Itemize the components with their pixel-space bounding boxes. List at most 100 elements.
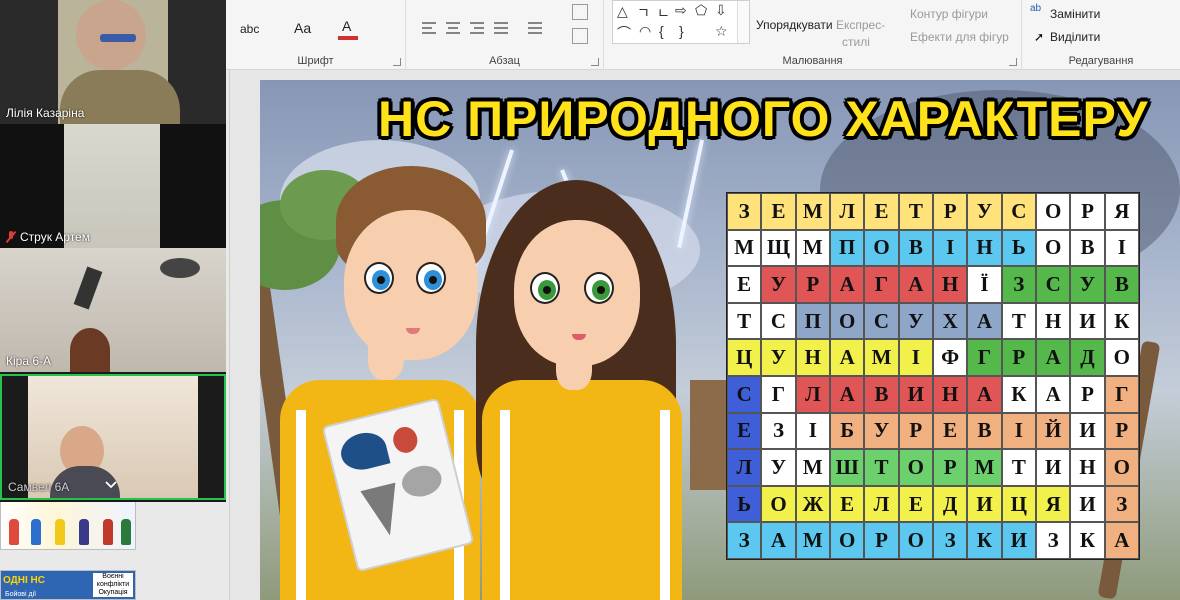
boy-eye xyxy=(364,262,394,294)
grid-cell: З xyxy=(1104,485,1139,523)
grid-cell: Ж xyxy=(795,485,830,523)
grid-cell: Г xyxy=(967,339,1002,376)
thumb-figure xyxy=(103,519,113,545)
grid-cell: У xyxy=(761,449,796,486)
align-text-icon[interactable] xyxy=(572,28,588,44)
change-case-button[interactable]: Aa xyxy=(294,20,311,36)
drawing-dialog-launcher[interactable] xyxy=(1009,58,1017,66)
font-group: abc Aa A Шрифт xyxy=(226,0,406,70)
font-color-swatch xyxy=(338,36,358,40)
grid-cell: Ь xyxy=(1001,229,1036,267)
slide-thumbnail[interactable]: ОДНІ НС Воєнні конфлікти Окупація Бойові… xyxy=(0,570,136,600)
pentagon-shape-icon[interactable]: ⬠ xyxy=(695,2,707,19)
grid-cell: С xyxy=(1001,193,1036,230)
curve-shape-icon[interactable]: ⌒ xyxy=(617,23,631,43)
right-arrow-shape-icon[interactable]: ⇨ xyxy=(675,2,687,19)
arc-shape-icon[interactable]: ◠ xyxy=(639,23,651,40)
paragraph-dialog-launcher[interactable] xyxy=(591,58,599,66)
align-buttons-icon[interactable] xyxy=(420,20,550,36)
paragraph-group-label: Абзац xyxy=(489,55,520,67)
slide[interactable]: НС ПРИРОДНОГО ХАРАКТЕРУ З Е М Л Е Т Р У … xyxy=(260,80,1180,600)
grid-cell: А xyxy=(898,266,933,303)
star-shape-icon[interactable]: ☆ xyxy=(715,23,728,40)
word-search-grid[interactable]: ЗЕМЛЕТРУСОРЯМЩМПОВІНЬОВІЕУРАГАНЇЗСУВТСПО… xyxy=(726,192,1140,560)
grid-cell: Т xyxy=(1001,449,1036,486)
grid-cell: И xyxy=(967,485,1002,523)
brace-left-icon[interactable]: { xyxy=(659,23,664,39)
thumb-figure xyxy=(121,519,131,545)
grid-cell: В xyxy=(967,412,1002,450)
grid-cell: Н xyxy=(932,375,968,413)
grid-cell: К xyxy=(1070,522,1105,559)
select-button[interactable]: Виділити xyxy=(1050,30,1100,44)
grid-cell: У xyxy=(1070,266,1105,303)
grid-cell: З xyxy=(727,522,762,559)
replace-button[interactable]: Замінити xyxy=(1050,7,1100,21)
grid-cell: Ф xyxy=(932,339,968,376)
shape-outline-button[interactable]: Контур фігури xyxy=(910,7,988,21)
grid-cell: Н xyxy=(1035,302,1071,340)
grid-cell: Л xyxy=(795,375,830,413)
brace-right-icon[interactable]: } xyxy=(679,23,684,39)
boy-eye xyxy=(416,262,446,294)
drawing-group-label: Малювання xyxy=(782,55,843,67)
grid-cell: Г xyxy=(864,266,899,303)
shape-effects-button[interactable]: Ефекти для фігур xyxy=(910,30,1009,44)
thumb-title: ОДНІ НС xyxy=(3,575,45,586)
grid-cell: Е xyxy=(829,485,865,523)
font-dialog-launcher[interactable] xyxy=(393,58,401,66)
mic-off-icon xyxy=(6,231,16,243)
participant-name-text: Струк Артем xyxy=(20,230,90,244)
down-arrow-shape-icon[interactable]: ⇩ xyxy=(715,2,727,19)
grid-cell: Е xyxy=(761,193,796,230)
grid-cell: Т xyxy=(727,302,762,340)
grid-cell: А xyxy=(967,302,1002,340)
grid-cell: М xyxy=(795,522,830,559)
participant-name: Кіра 6-А xyxy=(6,354,52,368)
grid-cell: К xyxy=(1001,375,1036,413)
quick-styles-button[interactable]: Експрес- xyxy=(836,18,885,32)
slide-title[interactable]: НС ПРИРОДНОГО ХАРАКТЕРУ xyxy=(378,90,1147,148)
grid-cell: О xyxy=(864,229,899,267)
elbow-arrow-icon[interactable]: ㄴ xyxy=(657,3,670,23)
grid-cell: Р xyxy=(864,522,899,559)
shapes-gallery[interactable]: △ ㄱ ㄴ ⇨ ⬠ ⇩ ⌒ ◠ { } ☆ xyxy=(612,0,750,44)
grid-cell: І xyxy=(1001,412,1036,450)
grid-cell: Р xyxy=(932,449,968,486)
grid-cell: І xyxy=(898,339,933,376)
house-wall xyxy=(690,380,730,490)
powerpoint-window: abc Aa A Шрифт Абзац △ ㄱ ㄴ ⇨ ⬠ ⇩ ⌒ ◠ {}… xyxy=(0,0,1180,600)
grid-cell: Т xyxy=(864,449,899,486)
grid-cell: Щ xyxy=(761,229,796,267)
fire-icon xyxy=(390,424,421,456)
video-call-panel: Лілія Казаріна Струк Артем Кіра 6-А Самв… xyxy=(0,0,226,502)
participant-tile[interactable]: Лілія Казаріна xyxy=(0,0,226,124)
participant-head xyxy=(70,328,110,372)
thumb-text: Окупація xyxy=(98,589,128,596)
strikethrough-button[interactable]: abc xyxy=(240,22,259,36)
slide-thumbnail[interactable] xyxy=(0,500,136,550)
grid-cell: С xyxy=(727,375,762,413)
grid-cell: А xyxy=(829,266,865,303)
editing-group: ab Замінити ➚ Виділити Редагування xyxy=(1022,0,1180,70)
font-color-button[interactable]: A xyxy=(342,18,351,34)
participant-tile[interactable]: Кіра 6-А xyxy=(0,248,226,372)
thumb-text: Бойові дії xyxy=(5,591,37,598)
grid-cell: Н xyxy=(795,339,830,376)
font-group-label: Шрифт xyxy=(297,55,334,67)
elbow-connector-icon[interactable]: ㄱ xyxy=(637,3,650,23)
chevron-down-icon[interactable] xyxy=(104,478,118,492)
grid-cell: М xyxy=(795,449,830,486)
boy-head xyxy=(344,210,478,360)
grid-cell: О xyxy=(898,449,933,486)
participant-tile[interactable]: Струк Артем xyxy=(0,124,226,248)
grid-cell: П xyxy=(829,229,865,267)
text-direction-icon[interactable] xyxy=(572,4,588,20)
grid-cell: О xyxy=(1035,193,1071,230)
triangle-shape-icon[interactable]: △ xyxy=(617,3,628,20)
grid-cell: Р xyxy=(1104,412,1139,450)
gallery-scroll[interactable] xyxy=(737,1,749,43)
grid-cell: Т xyxy=(898,193,933,230)
arrange-button[interactable]: Упорядкувати xyxy=(756,18,833,32)
grid-cell: И xyxy=(1070,485,1105,523)
